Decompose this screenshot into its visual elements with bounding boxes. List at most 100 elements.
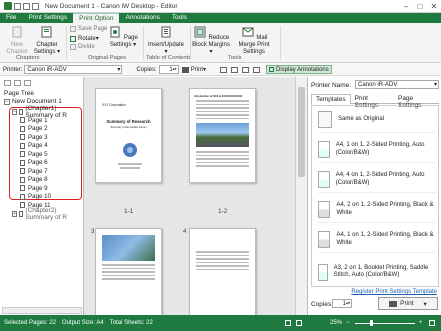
tab-print-settings[interactable]: Print Settings [22,13,73,23]
tree-page-item[interactable]: Page 5 [20,150,48,158]
tab-file[interactable]: File [0,13,22,23]
text-line [196,158,249,160]
zoom-slider[interactable] [355,322,415,324]
chapter-settings-button[interactable]: Chapter Settings ▾ [32,26,62,56]
expand-toggle-icon[interactable]: + [12,210,18,217]
zoom-icon[interactable] [231,66,239,73]
text-line [196,258,249,260]
collapse-icon[interactable] [14,80,21,86]
page-icon [20,117,25,123]
printer-select[interactable]: Canon iR-ADV ▾ [24,65,123,74]
tree-page-item[interactable]: Page 4 [20,142,48,150]
ribbon-separator [66,26,67,60]
collapse-toggle-icon[interactable]: − [4,98,10,105]
tree-page-item[interactable]: Page 9 [20,184,48,192]
divide-button[interactable]: Divide [70,44,95,50]
tree-page-item[interactable]: Page 6 [20,159,48,167]
page-settings-button[interactable]: Page Settings ▾ [108,26,138,49]
tree-page-item[interactable]: Page 2 [20,125,48,133]
template-item[interactable]: A4, 2 on 1, 2-Sided Printing, Black & Wh… [318,197,436,223]
stepper-arrows-icon: ▴▾ [345,300,350,305]
maximize-button[interactable]: □ [413,0,427,12]
app-icon [4,2,12,10]
template-item[interactable]: A3, 2 on 1, Booklet Printing, Saddle Sti… [318,257,436,287]
tree-page-item[interactable]: Page 3 [20,133,48,141]
text-line [196,110,249,112]
page-thumbnail[interactable]: Introduction of XXX & XXXXXXXXXXXX [189,88,256,183]
tree-chapter2[interactable]: + (Chapter2) Summary of R [12,207,83,221]
template-icon [318,171,330,188]
template-item[interactable]: A4, 1 on 1, 2-Sided Printing, Black & Wh… [318,227,436,253]
panel-print-button[interactable]: Print ▾ [378,297,438,310]
vertical-scrollbar[interactable] [295,77,307,315]
mail-merge-print-settings-button[interactable]: Mail Merge Print Settings [232,26,276,56]
copies-stepper[interactable]: 1 ▴▾ [158,65,179,74]
scrollbar-thumb[interactable] [298,87,305,177]
page-thumbnail[interactable] [189,228,256,315]
insert-update-button[interactable]: Insert/Update ▾ [146,26,186,56]
fit-page-icon[interactable] [429,320,435,326]
window-title: New Document 1 - Canon iW Desktop - Edit… [45,2,178,10]
ribbon-separator [143,26,144,60]
tree-page-item[interactable]: Page 8 [20,176,48,184]
divide-icon [70,44,76,50]
printer-name-select[interactable]: Canon iR-ADV ▾ [355,80,439,89]
page-icon [20,159,25,166]
tab-tools[interactable]: Tools [166,13,193,23]
redo-quick-icon[interactable] [32,2,39,10]
tab-page-settings[interactable]: Page Settings [394,94,439,109]
save-quick-icon[interactable] [14,2,21,10]
page-icon [20,125,25,132]
save-page-icon [70,26,76,32]
page-thumbnail[interactable]: XYZ Corporation Summary of Research Summ… [95,88,162,183]
text-line [120,167,140,169]
template-item[interactable]: Same as Original [318,107,436,133]
annotation-icon [269,67,275,72]
print-button[interactable]: Print ▾ [181,66,206,73]
fit-icon[interactable] [242,66,250,73]
tab-print-settings-panel[interactable]: Print Settings [351,94,394,109]
new-chapter-button[interactable]: New Chapter [6,26,28,56]
template-item[interactable]: A4, 4 on 1, 2-Sided Printing, Auto (Colo… [318,167,436,193]
new-chapter-icon [12,26,22,38]
close-button[interactable]: ✕ [427,0,441,12]
tab-templates[interactable]: Templates [311,94,351,105]
page-thumbnail[interactable] [95,228,162,315]
layout-icon[interactable] [296,320,302,326]
tree-page-item[interactable]: Page 1 [20,116,48,124]
text-line [196,117,249,119]
tab-print-option[interactable]: Print Option [73,13,120,23]
template-icon [318,111,332,128]
zoom-in-icon[interactable]: + [419,320,423,326]
page-icon [20,134,25,140]
page-tree-panel: Page Tree − New Document 1 − (Chapter1) … [0,77,84,315]
view-icon[interactable] [220,66,228,73]
collapse-toggle-icon[interactable]: − [12,108,18,115]
tree-chapter1[interactable]: − (Chapter1) Summary of R [12,105,83,119]
tree-page-item[interactable]: Page 10 [20,193,51,201]
ribbon: New Chapter Chapter Settings ▾ Chapters … [0,23,441,63]
tree-page-item[interactable]: Page 7 [20,167,48,175]
undo-quick-icon[interactable] [23,2,30,10]
panel-copies-stepper[interactable]: 1 ▴▾ [332,299,352,308]
horizontal-scrollbar[interactable] [2,307,82,314]
register-template-link[interactable]: Register Print Settings Template [351,289,437,295]
text-line [196,154,249,156]
page-label: 1-2 [218,208,228,215]
minimize-button[interactable]: – [399,0,413,12]
tab-annotations[interactable]: Annotations [119,13,165,23]
save-page-button[interactable]: Save Page [70,26,107,32]
display-annotations-button[interactable]: Display Annotations [266,65,332,74]
zoom-slider-thumb[interactable] [370,320,373,326]
zoom-out-icon[interactable]: − [346,320,350,326]
reduce-block-margins-button[interactable]: Reduce Block Margins ▾ [192,26,230,56]
page-label: 1-1 [124,208,134,215]
expand-icon[interactable] [4,80,11,86]
grid-icon[interactable] [253,66,261,73]
ribbon-separator [280,26,281,60]
template-item[interactable]: A4, 1 on 1, 2-Sided Printing, Auto (Colo… [318,137,436,163]
text-line [102,274,155,276]
rotate-button[interactable]: Rotate ▾ [70,35,99,42]
tree-options-icon[interactable] [24,80,31,86]
layout-icon[interactable] [285,320,291,326]
